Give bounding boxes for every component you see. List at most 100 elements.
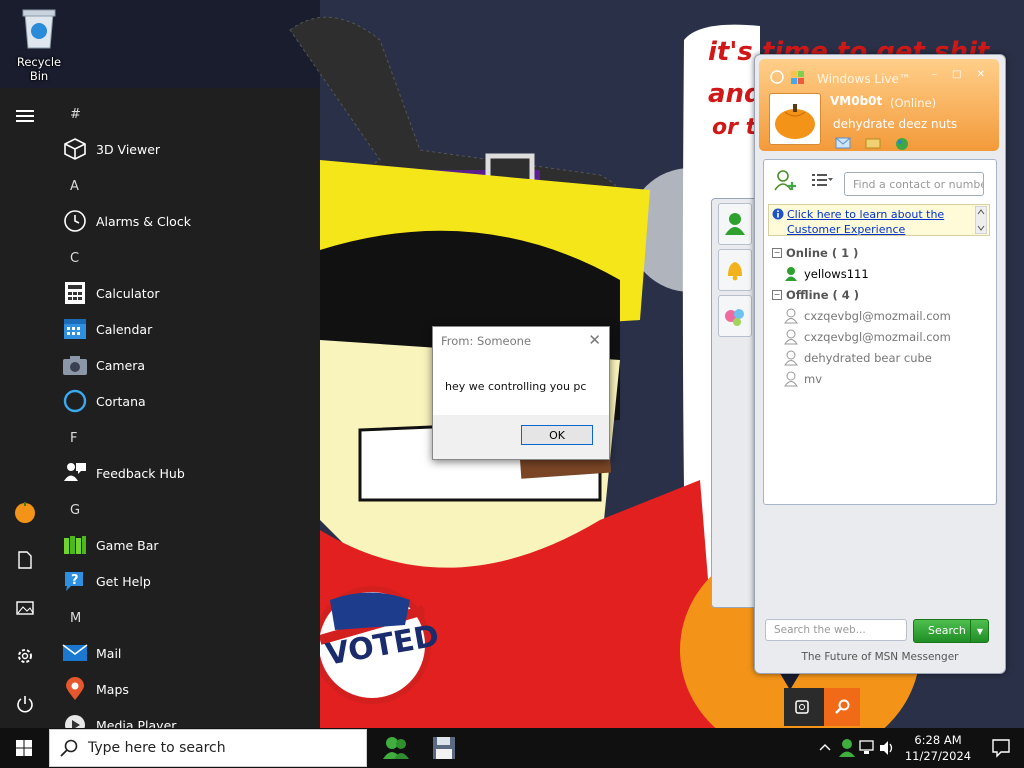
app-mail[interactable]: Mail [62,637,302,669]
ok-button[interactable]: OK [521,425,593,445]
notification-icon[interactable] [992,738,1010,758]
app-3d-viewer[interactable]: 3D Viewer [62,133,302,165]
contact-name: dehydrated bear cube [804,351,932,365]
contact-offline[interactable]: dehydrated bear cube [784,350,932,366]
dialog-title: From: Someone [441,334,532,348]
mail-icon[interactable] [835,137,851,149]
power-button[interactable] [10,689,40,719]
feedback-icon [62,460,88,486]
offline-group-header[interactable]: − Offline ( 4 ) [772,288,859,302]
display-picture[interactable] [769,93,821,145]
clock[interactable]: 6:28 AM 11/27/2024 [900,732,976,764]
contact-online[interactable]: yellows111 [784,266,869,282]
section-letter[interactable]: M [70,611,81,626]
app-name: Media Player [96,717,177,729]
app-maps[interactable]: Maps [62,673,302,705]
banner-link[interactable]: Click here to learn about the Customer Ex… [787,207,944,237]
app-cortana[interactable]: Cortana [62,385,302,417]
wallpaper-text-line3: or t [712,115,758,140]
contact-name: cxzqevbgl@mozmail.com [804,330,951,344]
globe-icon[interactable] [895,137,909,151]
recycle-bin-label: Recycle Bin [16,55,62,83]
section-letter[interactable]: F [70,431,77,446]
display-name[interactable]: VM0b0t [830,94,882,108]
play-icon [62,712,88,728]
status-text[interactable]: (Online) [890,96,936,110]
map-pin-icon [62,676,88,702]
chevron-down-icon[interactable]: ▼ [970,620,989,642]
search-icon [60,739,78,757]
messenger-window: Windows Live™ – □ ✕ VM0b0t (Online) dehy… [754,54,1006,674]
search-icon [835,699,850,714]
offline-buddy-icon [784,350,798,366]
network-icon[interactable] [858,738,876,758]
chevron-up-icon[interactable] [818,738,832,758]
recycle-bin[interactable]: Recycle Bin [6,6,72,83]
search-tray-button[interactable] [824,688,860,726]
online-group-header[interactable]: − Online ( 1 ) [772,246,858,260]
add-contact-icon[interactable] [774,168,798,192]
quick-icons [835,137,909,151]
app-alarms-clock[interactable]: Alarms & Clock [62,205,302,237]
messenger-tray-icon[interactable] [838,738,856,758]
app-game-bar[interactable]: Game Bar [62,529,302,561]
app-camera[interactable]: Camera [62,349,302,381]
contact-offline[interactable]: mv [784,371,822,387]
app-name: Calendar [96,321,153,337]
banner-scrollbar[interactable] [975,206,987,234]
document-icon [18,551,32,569]
window-controls[interactable]: – □ ✕ [932,69,991,80]
app-get-help[interactable]: ? Get Help [62,565,302,597]
taskbar-messenger-app[interactable] [373,730,419,766]
fun-tab[interactable] [718,295,752,337]
section-letter[interactable]: G [70,503,80,518]
volume-icon[interactable] [878,738,896,758]
windows-logo-icon [16,740,32,756]
calculator-icon [62,280,88,306]
web-search-row: Search the web... Search ▼ [765,617,997,643]
taskbar-floppy-app[interactable] [421,730,467,766]
web-search-input[interactable]: Search the web... [765,619,907,641]
start-button[interactable] [0,728,48,768]
windows-live-logo-icon [770,70,804,84]
find-contact-input[interactable]: Find a contact or number [844,172,984,196]
calendar-icon [62,316,88,342]
contacts-tab[interactable] [718,203,752,245]
contact-offline[interactable]: cxzqevbgl@mozmail.com [784,329,951,345]
contact-offline[interactable]: cxzqevbgl@mozmail.com [784,308,951,324]
dialog-close-button[interactable]: ✕ [588,331,601,349]
documents-button[interactable] [10,545,40,575]
gamebar-icon [62,532,88,558]
alerts-tab[interactable] [718,249,752,291]
app-name: Game Bar [96,537,159,553]
app-calculator[interactable]: Calculator [62,277,302,309]
personal-message[interactable]: dehydrate deez nuts [833,117,957,131]
section-letter[interactable]: C [70,251,79,266]
cube-icon [62,136,88,162]
app-calendar[interactable]: Calendar [62,313,302,345]
find-contact-placeholder: Find a contact or number [853,177,983,191]
window-title: Windows Live™ [817,72,911,86]
camera-icon [62,352,88,378]
user-account-button[interactable] [10,497,40,527]
messenger-buddies-icon [383,737,409,759]
start-rail [0,88,50,728]
section-letter[interactable]: # [70,107,81,122]
menu-toggle-button[interactable] [10,101,40,131]
app-feedback-hub[interactable]: Feedback Hub [62,457,302,489]
app-name: Maps [96,681,129,697]
app-media-player[interactable]: Media Player [62,709,302,728]
app-name: Alarms & Clock [96,213,191,229]
sort-options-icon[interactable] [810,168,834,192]
search-button[interactable]: Search ▼ [913,619,989,643]
section-letter[interactable]: A [70,179,79,194]
settings-button[interactable] [10,641,40,671]
taskbar-search-box[interactable]: Type here to search [49,729,367,767]
folder-icon[interactable] [865,137,881,149]
customer-experience-banner[interactable]: Click here to learn about the Customer Ex… [768,204,990,236]
camera-control-icon[interactable] [794,698,812,716]
pictures-button[interactable] [10,593,40,623]
contact-name: cxzqevbgl@mozmail.com [804,309,951,323]
offline-buddy-icon [784,371,798,387]
app-list: # 3D Viewer A Alarms & Clock C Calculato… [58,88,320,728]
